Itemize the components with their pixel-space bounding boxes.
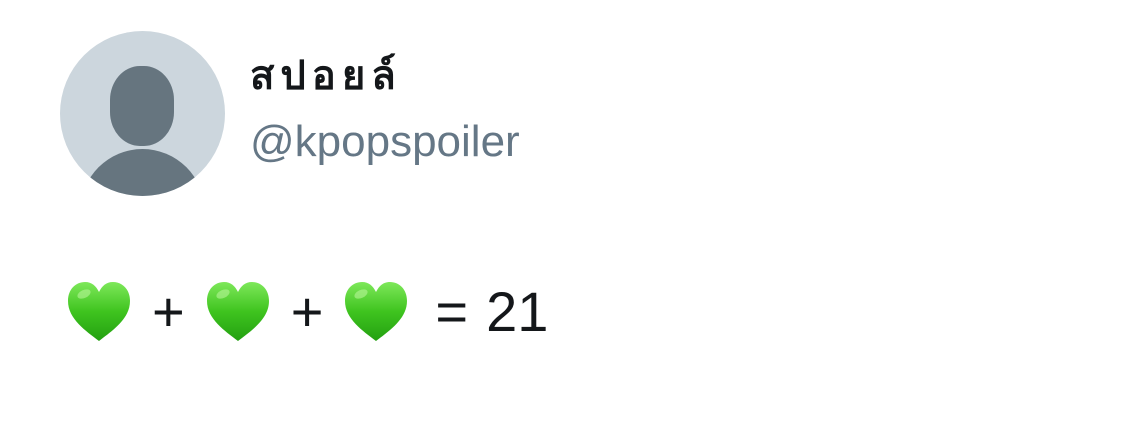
tweet-card: สปอยล์ @kpopspoiler + + = 21 — [0, 0, 1124, 421]
display-name[interactable]: สปอยล์ — [250, 56, 402, 96]
avatar[interactable] — [60, 31, 225, 196]
user-handle[interactable]: @kpopspoiler — [250, 120, 520, 164]
default-profile-icon — [60, 31, 225, 196]
green-heart-icon — [64, 277, 134, 347]
green-heart-icon — [203, 277, 273, 347]
equals-sign: = — [435, 280, 469, 343]
result-number: 21 — [486, 280, 549, 343]
green-heart-icon — [341, 277, 411, 347]
tweet-text: + + = 21 — [64, 272, 548, 352]
plus-sign: + — [290, 280, 324, 343]
plus-sign: + — [152, 280, 185, 343]
